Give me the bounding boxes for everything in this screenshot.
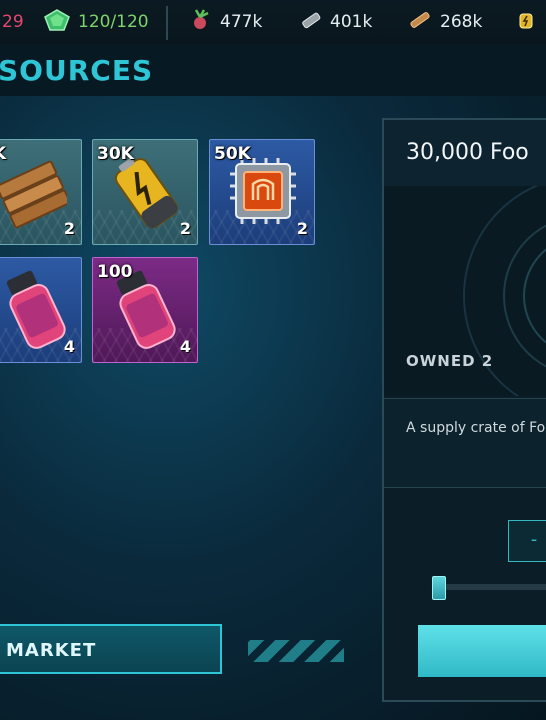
owned-count: OWNED 2 bbox=[406, 352, 494, 370]
item-quantity: 50K bbox=[214, 144, 251, 164]
use-button[interactable] bbox=[418, 625, 546, 677]
radish-icon bbox=[190, 8, 212, 36]
metal-counter[interactable]: 401k bbox=[300, 10, 372, 34]
energy-value: 120/120 bbox=[78, 12, 149, 32]
quantity-slider-thumb[interactable] bbox=[432, 576, 446, 600]
page-title: SOURCES bbox=[0, 54, 154, 87]
item-slot-alpha-vial[interactable]: 4 bbox=[0, 257, 82, 363]
market-button[interactable]: MARKET bbox=[0, 624, 222, 674]
wood-planks-icon bbox=[0, 160, 67, 229]
market-label: MARKET bbox=[6, 640, 97, 661]
description-area bbox=[384, 398, 546, 488]
wood-icon bbox=[408, 9, 432, 36]
item-slot-microchip[interactable]: 50K 2 bbox=[209, 139, 315, 245]
item-quantity: 100 bbox=[97, 262, 133, 282]
item-description: A supply crate of Fo bbox=[406, 420, 546, 436]
wood-counter[interactable]: 268k bbox=[408, 10, 482, 34]
item-slot-alpha-vial[interactable]: 100 4 bbox=[92, 257, 198, 363]
decrease-button[interactable]: - bbox=[508, 520, 546, 562]
item-slot-battery[interactable]: 30K 2 bbox=[92, 139, 198, 245]
item-count: 2 bbox=[63, 219, 75, 238]
divider bbox=[166, 6, 168, 40]
food-value: 477k bbox=[220, 12, 263, 32]
item-count: 4 bbox=[179, 337, 191, 356]
gem-counter[interactable]: 29 bbox=[2, 10, 24, 34]
item-count: 4 bbox=[63, 337, 75, 356]
metal-bar-icon bbox=[300, 9, 322, 36]
item-slot-wood[interactable]: 0K 2 bbox=[0, 139, 82, 245]
wood-value: 268k bbox=[440, 12, 483, 32]
battery-icon bbox=[516, 9, 538, 36]
energy-counter[interactable]: 120/120 bbox=[44, 8, 149, 36]
resource-bar: 29 120/120 477k 401k 268k bbox=[0, 0, 546, 45]
decorative-stripes bbox=[248, 640, 344, 662]
quantity-slider-track[interactable] bbox=[440, 584, 546, 590]
detail-header: 30,000 Foo bbox=[384, 120, 546, 187]
detail-title: 30,000 Foo bbox=[406, 140, 529, 165]
item-detail-panel: 30,000 Foo OWNED 2 A supply crate of Fo … bbox=[382, 118, 546, 702]
item-count: 2 bbox=[179, 219, 191, 238]
item-quantity: 0K bbox=[0, 144, 6, 164]
battery-icon bbox=[114, 157, 178, 229]
battery-counter[interactable] bbox=[516, 10, 538, 34]
gem-count: 29 bbox=[2, 12, 24, 32]
metal-value: 401k bbox=[330, 12, 373, 32]
item-count: 2 bbox=[296, 219, 308, 238]
energy-icon bbox=[44, 8, 70, 36]
item-quantity: 30K bbox=[97, 144, 134, 164]
food-counter[interactable]: 477k bbox=[190, 8, 263, 36]
